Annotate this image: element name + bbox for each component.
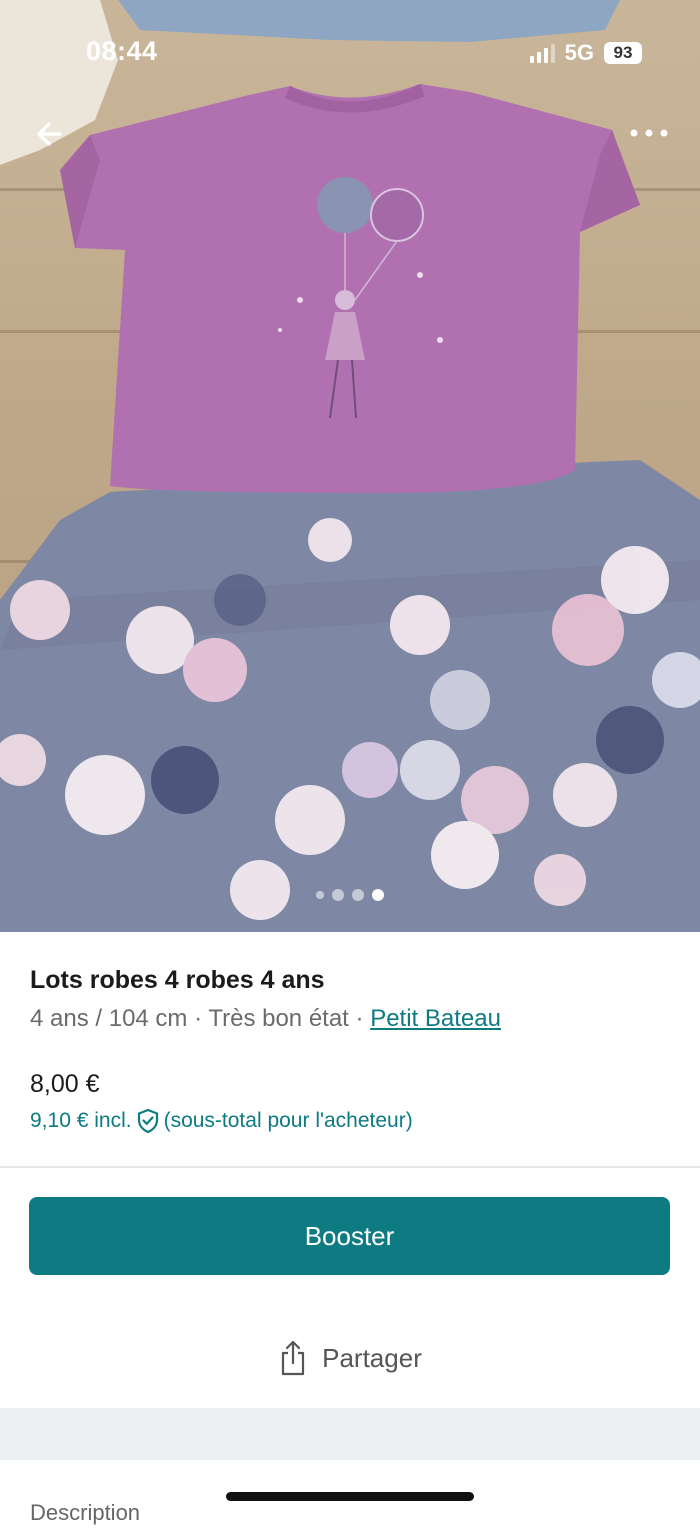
dress-photo-illustration [0, 0, 700, 932]
item-photo[interactable]: 08:44 5G 93 [0, 0, 700, 932]
back-arrow-icon[interactable] [30, 112, 74, 156]
item-title: Lots robes 4 robes 4 ans [30, 966, 325, 994]
item-condition: Très bon état [208, 1005, 349, 1032]
share-icon [282, 1340, 305, 1376]
section-divider [0, 1166, 700, 1168]
section-separator [0, 1408, 700, 1460]
item-info: Lots robes 4 robes 4 ans 4 ans / 104 cm … [30, 958, 670, 1036]
buyer-price: 9,10 € incl. [30, 1109, 132, 1132]
more-options-icon[interactable] [626, 118, 672, 148]
status-indicators: 5G 93 [529, 40, 642, 66]
brand-link[interactable]: Petit Bateau [370, 1005, 501, 1032]
battery-icon: 93 [604, 42, 642, 64]
share-label: Partager [322, 1342, 422, 1373]
meta-separator: · [187, 1005, 209, 1032]
pagination-dot-active[interactable] [372, 889, 384, 901]
skirt [0, 460, 700, 932]
item-meta: 4 ans / 104 cm · Très bon état · Petit B… [30, 1002, 670, 1036]
status-time: 08:44 [86, 36, 158, 66]
network-label: 5G [564, 40, 594, 65]
share-button[interactable]: Partager [0, 1330, 700, 1386]
booster-button[interactable]: Booster [29, 1197, 670, 1275]
pagination-dot[interactable] [316, 891, 324, 899]
photo-pagination[interactable] [0, 889, 700, 901]
tshirt [60, 84, 640, 494]
buyer-price-note: (sous-total pour l'acheteur) [163, 1109, 413, 1132]
blue-garment [118, 0, 620, 42]
pagination-dot[interactable] [332, 889, 344, 901]
signal-icon [529, 43, 555, 63]
description-heading: Description [30, 1500, 141, 1525]
item-price: 8,00 € [30, 1070, 100, 1098]
item-size: 4 ans / 104 cm [30, 1005, 188, 1032]
pagination-dot[interactable] [352, 889, 364, 901]
home-indicator[interactable] [226, 1492, 474, 1501]
meta-separator: · [348, 1005, 371, 1032]
shield-check-icon[interactable] [136, 1108, 160, 1134]
buyer-price-info[interactable]: 9,10 € incl. (sous-total pour l'acheteur… [30, 1108, 413, 1134]
